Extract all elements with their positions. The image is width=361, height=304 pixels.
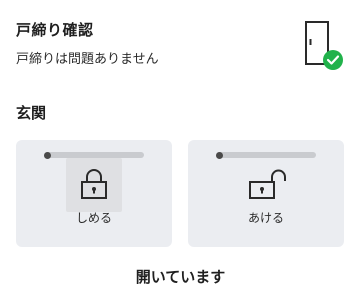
lock-check-status: 戸締りは問題ありません (16, 52, 159, 67)
lock-slider-knob (44, 151, 51, 159)
unlock-slider-track (216, 151, 316, 159)
section-title: 玄関 (16, 104, 47, 122)
lock-button-label: しめる (75, 211, 112, 225)
lock-check-title: 戸締り確認 (16, 21, 94, 39)
door-check-icon (305, 21, 343, 70)
door-open-status: 開いています (135, 268, 226, 286)
padlock-open-icon (249, 169, 286, 199)
unlock-button[interactable]: あける (188, 140, 344, 247)
padlock-closed-icon (81, 169, 107, 199)
lock-button[interactable]: しめる (16, 140, 172, 247)
unlock-button-label: あける (247, 211, 284, 225)
unlock-slider-knob (216, 151, 223, 159)
smart-lock-screen: 戸締り確認 戸締りは問題ありません 玄関 しめる あける 開いています (0, 0, 361, 304)
